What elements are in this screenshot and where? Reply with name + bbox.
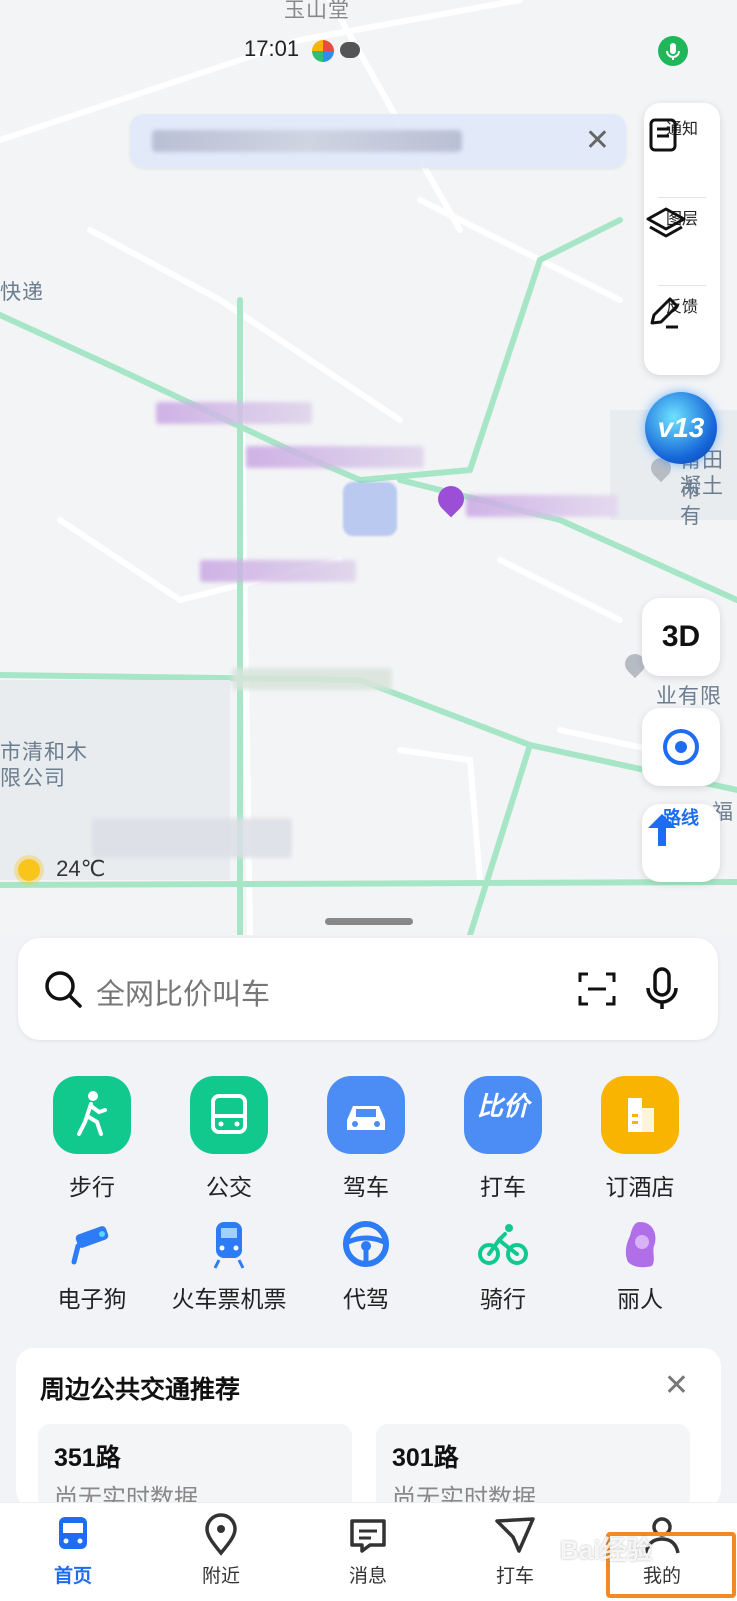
beauty-label: 丽人 [617,1286,663,1312]
scan-icon[interactable] [576,968,618,1010]
voice-mic-icon[interactable] [658,36,688,66]
taxi-compare-icon: 比价 [464,1076,542,1154]
app-icon [312,40,334,62]
weather-widget[interactable]: 24℃ [18,856,105,882]
layers-button[interactable]: 图层 [644,205,720,238]
tab-label: 消息 [348,1566,387,1587]
beauty-button[interactable]: 丽人 [575,1216,705,1314]
sun-icon [18,859,40,882]
divider [658,285,706,286]
top-place-label: 玉山堂 [284,0,350,22]
location-pin-icon [205,1513,237,1556]
train-ticket-label: 火车票机票 [171,1286,287,1312]
edit-icon [650,297,679,329]
notice-text [152,130,462,152]
map-road-label [92,818,292,858]
tab-label: 打车 [495,1566,534,1587]
map-label-express: 快递 [0,281,44,304]
train-icon [201,1216,257,1272]
notice-button[interactable]: 通知 [644,115,720,152]
locate-icon [663,729,699,765]
search-icon [45,971,82,1008]
train-ticket-button[interactable]: 火车票机票 [164,1216,294,1314]
bus-button[interactable]: 公交 [164,1076,294,1202]
map-poi-label [246,446,424,468]
cycling-label: 骑行 [480,1286,526,1312]
bus-label: 公交 [206,1174,252,1200]
designated-driver-label: 代驾 [343,1286,389,1312]
divider [658,197,706,198]
transit-title: 周边公共交通推荐 [40,1376,241,1404]
steering-wheel-icon [338,1216,394,1272]
route-card[interactable]: 351路 尚无实时数据 [38,1424,352,1514]
tab-messages[interactable]: 消息 [318,1513,418,1588]
3d-label: 3D [661,620,701,653]
map-view[interactable]: 快递 市清和木 限公司 莆田市 凝土有 业有限公 福 17:01 玉山堂 ✕ 通… [0,0,737,935]
hotel-button[interactable]: 订酒店 [575,1076,705,1202]
message-icon [350,1519,386,1553]
hotel-icon [601,1076,679,1154]
chat-icon [340,42,360,58]
speed-camera-button[interactable]: 电子狗 [27,1216,157,1314]
route-arrow-icon [648,814,676,846]
map-road-label [232,668,392,690]
taxi-button[interactable]: 比价 打车 [438,1076,568,1202]
close-icon[interactable]: ✕ [585,124,610,158]
weather-temp: 24℃ [56,856,106,881]
microphone-icon[interactable] [642,966,682,1012]
drive-label: 驾车 [343,1174,389,1200]
drive-button[interactable]: 驾车 [301,1076,431,1202]
3d-toggle-button[interactable]: 3D [642,598,720,676]
map-poi-label [200,560,356,582]
notice-banner[interactable]: ✕ [130,114,626,168]
route-card[interactable]: 301路 尚无实时数据 [376,1424,690,1514]
search-bar[interactable]: 全网比价叫车 [18,938,718,1040]
tab-label: 附近 [201,1566,240,1587]
walk-label: 步行 [69,1174,115,1200]
locate-button[interactable] [642,708,720,786]
taxi-badge-text: 比价 [476,1091,529,1121]
map-tool-panel: 通知 图层 反馈 [644,103,720,375]
route-button[interactable]: 路线 [642,804,720,882]
route-number: 301路 [392,1444,459,1472]
bicycle-icon [475,1216,531,1272]
tab-nearby[interactable]: 附近 [171,1513,271,1588]
walk-button[interactable]: 步行 [27,1076,157,1202]
bus-icon [190,1076,268,1154]
taxi-arrow-icon [495,1517,535,1553]
map-poi-label [156,402,312,424]
map-poi-label [466,495,618,517]
transit-recommendation-card: 周边公共交通推荐 ✕ 351路 尚无实时数据 301路 尚无实时数据 [16,1348,721,1514]
car-icon [327,1076,405,1154]
feedback-button[interactable]: 反馈 [644,293,720,329]
hotel-label: 订酒店 [605,1174,675,1200]
watermark-logo: Bai经验 [560,1535,653,1565]
map-label-right-poi: 凝土有 [680,475,724,528]
notice-icon [649,118,677,152]
tab-home[interactable]: 首页 [23,1513,123,1588]
status-time: 17:01 [244,36,300,61]
beauty-icon [612,1216,668,1272]
tab-taxi[interactable]: 打车 [465,1513,565,1588]
search-placeholder: 全网比价叫车 [96,979,271,1011]
location-marker [343,482,397,536]
map-label-company: 限公司 [0,767,66,790]
close-icon[interactable]: ✕ [664,1368,689,1403]
cycling-button[interactable]: 骑行 [438,1216,568,1314]
sheet-drag-handle[interactable] [325,918,413,925]
speed-camera-label: 电子狗 [57,1286,127,1312]
route-number: 351路 [54,1444,121,1472]
bus-icon [59,1517,87,1549]
camera-icon [64,1216,120,1272]
version-badge[interactable]: v13 [645,392,717,464]
tab-label: 首页 [53,1566,92,1587]
walk-icon [53,1076,131,1154]
designated-driver-button[interactable]: 代驾 [301,1216,431,1314]
layers-icon [646,207,686,238]
taxi-label: 打车 [480,1174,526,1200]
